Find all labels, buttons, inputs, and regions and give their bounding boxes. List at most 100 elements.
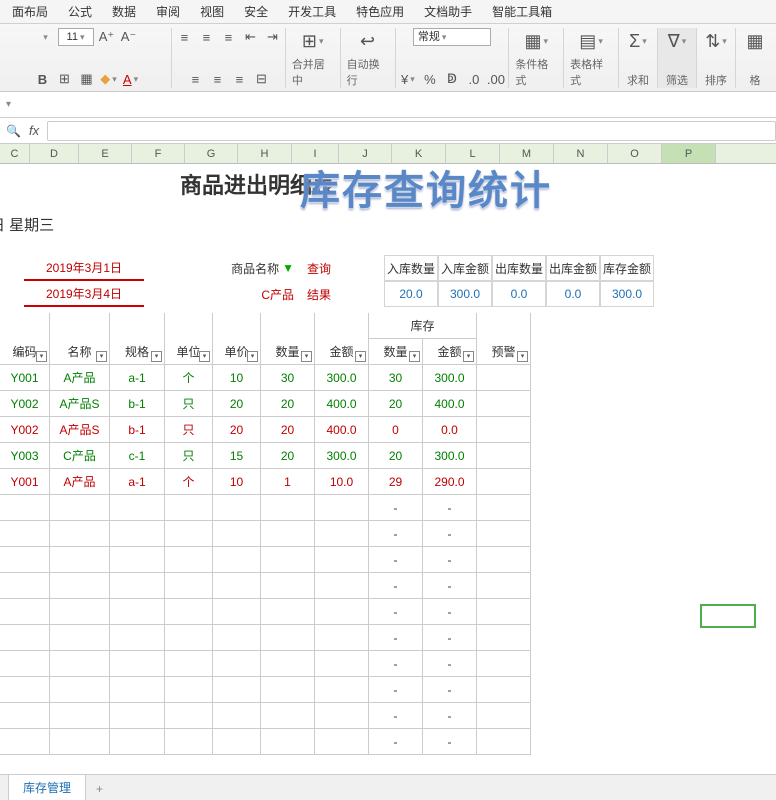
cell[interactable]: [110, 703, 165, 729]
cell[interactable]: [315, 625, 369, 651]
menu-item[interactable]: 文档助手: [414, 0, 482, 23]
font-family-dropdown[interactable]: [36, 28, 54, 46]
cell[interactable]: [315, 495, 369, 521]
table-row[interactable]: √Y001A产品a-1个10110.029290.0: [0, 469, 654, 495]
menu-item[interactable]: 审阅: [146, 0, 190, 23]
cell[interactable]: 300.0: [423, 443, 477, 469]
cell[interactable]: c-1: [110, 443, 165, 469]
cell[interactable]: [477, 573, 531, 599]
cell[interactable]: [315, 573, 369, 599]
cell[interactable]: [213, 703, 261, 729]
cell[interactable]: 个: [165, 469, 213, 495]
grid-icon[interactable]: ▦: [78, 70, 96, 88]
cell[interactable]: [477, 703, 531, 729]
cell[interactable]: [50, 521, 110, 547]
cell[interactable]: -: [423, 729, 477, 755]
cell[interactable]: b-1: [110, 417, 165, 443]
col-header-sqty[interactable]: 数量▾: [369, 339, 423, 365]
table-row[interactable]: √Y002A产品Sb-1只2020400.000.0: [0, 417, 654, 443]
cell[interactable]: [0, 521, 50, 547]
align-middle-icon[interactable]: ≡: [197, 28, 215, 46]
col-header-alert[interactable]: 预警▾: [477, 339, 531, 365]
cell[interactable]: 0.0: [423, 417, 477, 443]
cell[interactable]: [110, 599, 165, 625]
cell[interactable]: 10.0: [315, 469, 369, 495]
cell[interactable]: [110, 651, 165, 677]
cell[interactable]: [50, 703, 110, 729]
col-header-code[interactable]: 编码▾: [0, 339, 50, 365]
cell[interactable]: 400.0: [315, 417, 369, 443]
cell[interactable]: 300.0: [315, 365, 369, 391]
font-size-input[interactable]: 11: [58, 28, 94, 46]
cell[interactable]: [261, 729, 315, 755]
align-left-icon[interactable]: ≡: [186, 70, 204, 88]
filter-button-name[interactable]: ▾: [96, 351, 107, 362]
column-header-F[interactable]: F: [132, 144, 185, 163]
cell[interactable]: 1: [261, 469, 315, 495]
table-row[interactable]: --: [0, 599, 654, 625]
cell[interactable]: 只: [165, 391, 213, 417]
cell[interactable]: b-1: [110, 391, 165, 417]
align-bottom-icon[interactable]: ≡: [219, 28, 237, 46]
decrease-decimal-icon[interactable]: .00: [487, 70, 505, 88]
col-header-amt[interactable]: 金额▾: [315, 339, 369, 365]
sort-icon[interactable]: ⇅: [703, 28, 729, 54]
cell[interactable]: [261, 677, 315, 703]
cell[interactable]: 只: [165, 443, 213, 469]
cell[interactable]: 29: [369, 469, 423, 495]
merge-split-icon[interactable]: ⊟: [252, 70, 270, 88]
cell[interactable]: [261, 547, 315, 573]
cell[interactable]: [0, 573, 50, 599]
cell[interactable]: [315, 729, 369, 755]
cell[interactable]: -: [369, 495, 423, 521]
column-header-I[interactable]: I: [292, 144, 339, 163]
cell[interactable]: [477, 547, 531, 573]
cell[interactable]: 30: [369, 365, 423, 391]
cell[interactable]: 个: [165, 365, 213, 391]
cell[interactable]: [110, 625, 165, 651]
cell[interactable]: -: [423, 703, 477, 729]
cell[interactable]: [50, 625, 110, 651]
menu-item[interactable]: 面布局: [2, 0, 58, 23]
filter-button-qty[interactable]: ▾: [301, 351, 312, 362]
increase-font-icon[interactable]: A⁺: [98, 28, 116, 46]
decrease-font-icon[interactable]: A⁻: [120, 28, 138, 46]
cell[interactable]: [110, 547, 165, 573]
cell[interactable]: -: [423, 521, 477, 547]
cell[interactable]: [110, 573, 165, 599]
cell[interactable]: [0, 495, 50, 521]
column-header-C[interactable]: C: [0, 144, 30, 163]
cell[interactable]: [0, 599, 50, 625]
table-row[interactable]: --: [0, 521, 654, 547]
cell[interactable]: [477, 365, 531, 391]
cell[interactable]: -: [369, 703, 423, 729]
table-row[interactable]: --: [0, 651, 654, 677]
filter-button-amt[interactable]: ▾: [355, 351, 366, 362]
cell[interactable]: Y002: [0, 391, 50, 417]
cell[interactable]: [165, 521, 213, 547]
cell[interactable]: [0, 625, 50, 651]
column-header-K[interactable]: K: [392, 144, 446, 163]
menu-item[interactable]: 数据: [102, 0, 146, 23]
cell[interactable]: [165, 495, 213, 521]
number-format-dropdown[interactable]: 常规: [413, 28, 491, 46]
cell[interactable]: -: [423, 547, 477, 573]
cell[interactable]: C产品: [50, 443, 110, 469]
triangle-down-icon[interactable]: ▼: [282, 261, 294, 275]
wrap-text-icon[interactable]: ↩: [355, 28, 381, 54]
cell[interactable]: [50, 651, 110, 677]
filter-button-spec[interactable]: ▾: [151, 351, 162, 362]
cell[interactable]: -: [423, 495, 477, 521]
column-header-N[interactable]: N: [554, 144, 608, 163]
cell[interactable]: -: [369, 573, 423, 599]
column-header-H[interactable]: H: [238, 144, 292, 163]
cell[interactable]: [165, 651, 213, 677]
cell[interactable]: [50, 547, 110, 573]
table-row[interactable]: --: [0, 703, 654, 729]
cell[interactable]: 400.0: [315, 391, 369, 417]
product-value[interactable]: C产品: [194, 281, 294, 307]
cell[interactable]: -: [369, 677, 423, 703]
cell[interactable]: [110, 495, 165, 521]
cell[interactable]: [50, 677, 110, 703]
cell[interactable]: -: [423, 625, 477, 651]
